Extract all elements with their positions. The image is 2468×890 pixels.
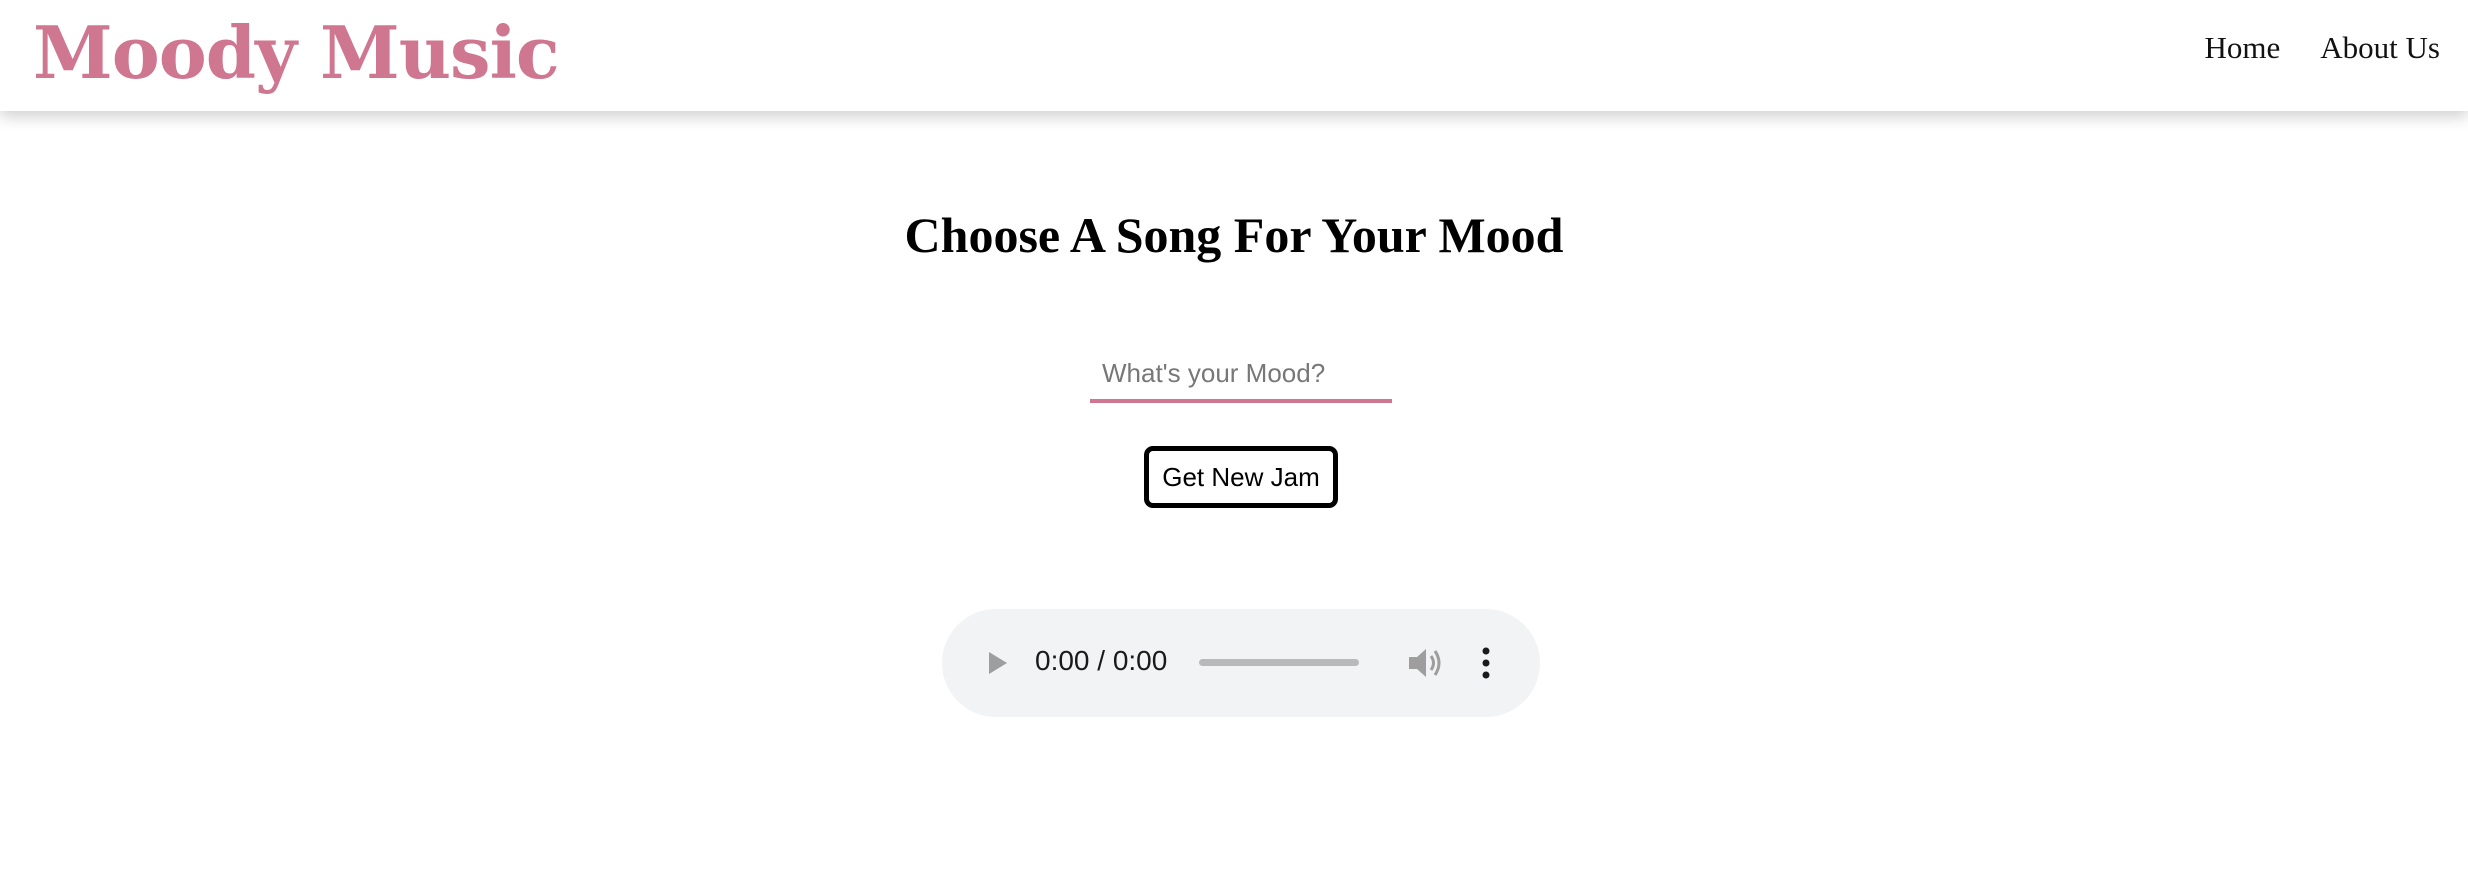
- main-content: Choose A Song For Your Mood Get New Jam …: [0, 111, 2468, 890]
- nav-home-link[interactable]: Home: [2205, 30, 2281, 66]
- get-new-jam-button[interactable]: Get New Jam: [1144, 446, 1338, 508]
- main-nav: Home About Us: [2205, 30, 2440, 66]
- mood-input[interactable]: [1090, 347, 1392, 403]
- page-title: Choose A Song For Your Mood: [904, 207, 1564, 263]
- play-icon[interactable]: [980, 647, 1012, 679]
- site-header: Moody Music Home About Us: [0, 0, 2468, 111]
- brand-logo[interactable]: Moody Music: [33, 0, 560, 105]
- audio-player: 0:00 / 0:00: [942, 609, 1540, 717]
- nav-about-us-link[interactable]: About Us: [2320, 30, 2440, 66]
- audio-time-display: 0:00 / 0:00: [1035, 645, 1168, 676]
- more-vertical-icon[interactable]: [1478, 645, 1494, 681]
- volume-icon[interactable]: [1406, 645, 1444, 681]
- audio-progress-bar[interactable]: [1199, 659, 1359, 666]
